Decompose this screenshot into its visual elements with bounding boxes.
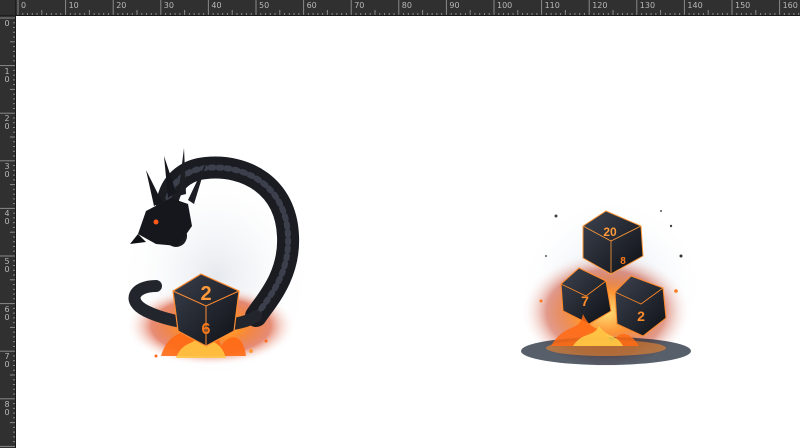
- ruler-label: 70: [354, 1, 365, 10]
- ruler-label: 30: [4, 161, 10, 179]
- ruler-label: 60: [306, 1, 317, 10]
- ruler-label: 140: [687, 1, 703, 10]
- ruler-label: 40: [4, 209, 10, 227]
- ruler-label: 20: [116, 1, 127, 10]
- ruler-corner[interactable]: [0, 0, 16, 16]
- ruler-label: 30: [163, 1, 174, 10]
- ruler-label: 60: [4, 304, 10, 322]
- ruler-label: 50: [4, 257, 10, 274]
- die-face-2: 2: [637, 308, 645, 324]
- ruler-label: 20: [4, 114, 10, 132]
- ruler-label: 70: [4, 352, 10, 370]
- die-face-8: 8: [620, 256, 626, 267]
- ruler-label: 0: [21, 1, 27, 10]
- ruler-label: 80: [4, 399, 10, 417]
- ruler-label: 100: [497, 1, 513, 10]
- ruler-label: 80: [401, 1, 412, 10]
- ruler-label: 50: [259, 1, 270, 10]
- document-canvas[interactable]: 2 6 20 8 7 2: [16, 16, 800, 448]
- die-face-top: 2: [200, 283, 211, 305]
- ruler-label: 130: [639, 1, 656, 10]
- ruler-label: 10: [68, 1, 79, 10]
- die-face-20: 20: [603, 225, 617, 239]
- die-face-7: 7: [581, 293, 589, 309]
- image-editor-window: 0 10 20 30 40 50 60 70 80 90 100 110 120 130 140 150 160…: [0, 0, 800, 448]
- horizontal-ruler[interactable]: 0 10 20 30 40 50 60 70 80 90 100 110 120 130 140 150 160: [16, 0, 800, 16]
- die-face-bottom: 6: [202, 321, 211, 338]
- ruler-label: 90: [449, 1, 460, 10]
- ruler-label: 110: [544, 1, 560, 10]
- dragon-die-fire-image: 2 6: [116, 148, 316, 386]
- ruler-label: 0: [4, 19, 10, 28]
- ruler-label: 40: [211, 1, 222, 10]
- ruler-label: 150: [735, 1, 751, 10]
- ruler-label: 10: [4, 66, 10, 84]
- dice-fire-image: 20 8 7 2: [516, 196, 706, 376]
- ruler-label: 160: [782, 1, 798, 10]
- vertical-ruler[interactable]: 0 10 20 30 40 50 60 70 80: [0, 16, 16, 448]
- ruler-label: 120: [592, 1, 608, 10]
